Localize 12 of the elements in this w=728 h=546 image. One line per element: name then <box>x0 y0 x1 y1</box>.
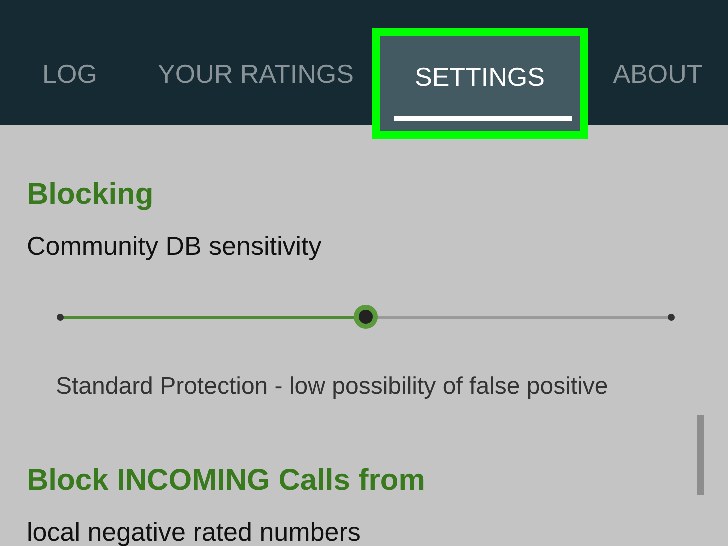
section-title: Blocking <box>27 177 155 213</box>
tab[interactable]: SETTINGS <box>372 28 588 139</box>
tab[interactable]: ABOUT <box>588 0 728 125</box>
slider-thumb[interactable] <box>354 304 378 328</box>
tab[interactable]: LOG <box>0 0 140 125</box>
slider-end-dot <box>57 314 64 320</box>
slider-end-dot <box>668 314 675 320</box>
sensitivity-slider[interactable] <box>57 305 675 329</box>
setting-description: Standard Protection - low possibility of false positive <box>56 373 610 401</box>
tab[interactable]: YOUR RATINGS <box>140 0 372 125</box>
setting-label: Community DB sensitivity <box>27 230 323 263</box>
section-title: Block INCOMING Calls from <box>27 463 426 499</box>
